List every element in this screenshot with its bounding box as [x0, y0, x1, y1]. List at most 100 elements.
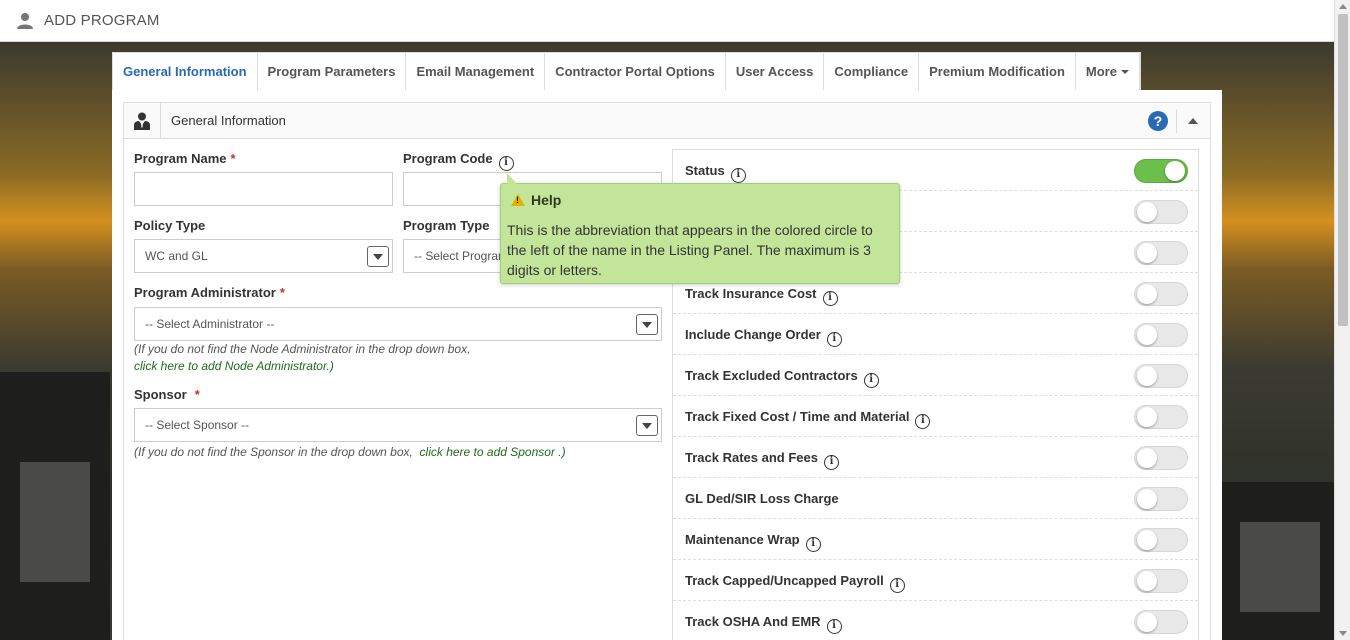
- info-icon[interactable]: i: [915, 414, 931, 429]
- info-icon[interactable]: i: [863, 373, 879, 388]
- required-marker: *: [279, 285, 285, 300]
- program-name-label-text: Program Name: [134, 151, 227, 166]
- toggle-label: Track OSHA And EMR i: [685, 614, 842, 634]
- program-administrator-label: Program Administrator *: [134, 285, 285, 300]
- toggle-knob: [1137, 571, 1157, 591]
- tab-premium-modification[interactable]: Premium Modification: [919, 53, 1076, 90]
- status-toggle[interactable]: [1134, 159, 1188, 183]
- toggle-row-include-change-order: Include Change Order i: [673, 314, 1198, 355]
- info-icon[interactable]: i: [823, 455, 839, 470]
- page-title: ADD PROGRAM: [44, 12, 160, 29]
- toggle-knob: [1137, 366, 1157, 386]
- toggle-switch[interactable]: [1134, 200, 1188, 224]
- info-icon[interactable]: i: [805, 537, 821, 552]
- add-node-administrator-link[interactable]: click here to add Node Administrator.): [134, 359, 334, 373]
- panel-header: General Information ?: [124, 102, 1210, 139]
- add-administrator-link-wrap: click here to add Node Administrator.): [134, 359, 334, 373]
- scroll-down-arrow-icon[interactable]: [1339, 631, 1347, 636]
- policy-type-value: WC and GL: [145, 249, 208, 263]
- program-name-input[interactable]: [134, 172, 393, 206]
- required-marker: *: [230, 151, 236, 166]
- toggle-label-text: Status: [685, 163, 725, 178]
- program-name-label: Program Name *: [134, 151, 236, 166]
- tab-general-information[interactable]: General Information: [113, 53, 258, 90]
- toggle-row-track-excluded-contractors: Track Excluded Contractors i: [673, 355, 1198, 396]
- include-change-order-toggle[interactable]: [1134, 323, 1188, 347]
- toggle-row-track-rates-and-fees: Track Rates and Fees i: [673, 437, 1198, 478]
- help-icon[interactable]: ?: [1148, 111, 1168, 131]
- gl-ded-sir-loss-charge-toggle[interactable]: [1134, 487, 1188, 511]
- toggle-knob: [1137, 612, 1157, 632]
- toggle-knob: [1137, 489, 1157, 509]
- tab-contractor-portal-options[interactable]: Contractor Portal Options: [545, 53, 726, 90]
- toggle-label-text: Track Capped/Uncapped Payroll: [685, 573, 884, 588]
- track-rates-and-fees-toggle[interactable]: [1134, 446, 1188, 470]
- info-icon[interactable]: i: [730, 168, 746, 183]
- toggle-label: Maintenance Wrap i: [685, 532, 821, 552]
- toggle-knob: [1165, 161, 1185, 181]
- toggle-label: GL Ded/SIR Loss Charge: [685, 491, 839, 506]
- sponsor-select[interactable]: -- Select Sponsor --: [134, 408, 662, 442]
- dropdown-arrow-icon[interactable]: [636, 415, 658, 436]
- track-osha-and-emr-toggle[interactable]: [1134, 610, 1188, 634]
- tab-email-management[interactable]: Email Management: [406, 53, 546, 90]
- toggle-label-text: Track Excluded Contractors: [685, 368, 858, 383]
- sponsor-note-text: (If you do not find the Sponsor in the d…: [134, 445, 413, 459]
- vertical-scrollbar[interactable]: [1334, 0, 1350, 640]
- toggle-label: Track Capped/Uncapped Payroll i: [685, 573, 905, 593]
- toggle-label-text: Track Rates and Fees: [685, 450, 818, 465]
- track-capped-uncapped-payroll-toggle[interactable]: [1134, 569, 1188, 593]
- toggle-label-text: Track Insurance Cost: [685, 286, 817, 301]
- help-popover: Help This is the abbreviation that appea…: [500, 173, 900, 284]
- program-type-label: Program Type: [403, 218, 490, 233]
- caret-down-icon: [1120, 70, 1129, 74]
- tab-more[interactable]: More: [1076, 53, 1140, 90]
- program-code-label: Program Code i: [403, 151, 514, 171]
- administrator-select[interactable]: -- Select Administrator --: [134, 307, 662, 341]
- header-divider: [1176, 109, 1177, 133]
- sponsor-help-note: (If you do not find the Sponsor in the d…: [134, 445, 566, 459]
- toggle-label-text: Track OSHA And EMR: [685, 614, 821, 629]
- panel-icon-box: [124, 102, 161, 139]
- tab-user-access[interactable]: User Access: [726, 53, 825, 90]
- scrollbar-thumb[interactable]: [1338, 14, 1348, 326]
- add-sponsor-link[interactable]: click here to add Sponsor .): [420, 445, 566, 459]
- info-icon[interactable]: i: [822, 291, 838, 306]
- program-administrator-label-text: Program Administrator: [134, 285, 276, 300]
- policy-type-label: Policy Type: [134, 218, 206, 233]
- info-icon[interactable]: i: [826, 332, 842, 347]
- toggle-row-track-osha-and-emr: Track OSHA And EMR i: [673, 601, 1198, 640]
- info-icon[interactable]: i: [889, 578, 905, 593]
- toggle-knob: [1137, 325, 1157, 345]
- toggle-label: Track Fixed Cost / Time and Material i: [685, 409, 931, 429]
- app-header: ADD PROGRAM: [0, 0, 1334, 42]
- sponsor-label: Sponsor *: [134, 387, 200, 402]
- toggle-row-track-capped-uncapped-payroll: Track Capped/Uncapped Payroll i: [673, 560, 1198, 601]
- info-icon[interactable]: i: [826, 619, 842, 634]
- info-icon[interactable]: i: [498, 156, 514, 171]
- toggle-row-maintenance-wrap: Maintenance Wrap i: [673, 519, 1198, 560]
- administrator-value: -- Select Administrator --: [145, 317, 275, 331]
- toggle-label: Track Insurance Cost i: [685, 286, 838, 306]
- maintenance-wrap-toggle[interactable]: [1134, 528, 1188, 552]
- collapse-icon[interactable]: [1188, 118, 1198, 124]
- dropdown-arrow-icon[interactable]: [636, 314, 658, 335]
- tab-bar: General Information Program Parameters E…: [112, 52, 1141, 90]
- toggle-knob: [1137, 530, 1157, 550]
- toggle-switch[interactable]: [1134, 241, 1188, 265]
- track-excluded-contractors-toggle[interactable]: [1134, 364, 1188, 388]
- policy-type-select[interactable]: WC and GL: [134, 239, 393, 273]
- tab-more-label: More: [1085, 64, 1117, 79]
- tab-program-parameters[interactable]: Program Parameters: [258, 53, 407, 90]
- program-code-label-text: Program Code: [403, 151, 493, 166]
- track-insurance-cost-toggle[interactable]: [1134, 282, 1188, 306]
- toggle-label: Include Change Order i: [685, 327, 842, 347]
- toggle-label: Track Excluded Contractors i: [685, 368, 879, 388]
- sponsor-label-text: Sponsor: [134, 387, 187, 402]
- track-fixed-cost-toggle[interactable]: [1134, 405, 1188, 429]
- tab-compliance[interactable]: Compliance: [824, 53, 920, 90]
- scroll-up-arrow-icon[interactable]: [1339, 4, 1347, 9]
- dropdown-arrow-icon[interactable]: [367, 246, 389, 267]
- user-tie-icon: [134, 112, 150, 130]
- toggle-knob: [1137, 407, 1157, 427]
